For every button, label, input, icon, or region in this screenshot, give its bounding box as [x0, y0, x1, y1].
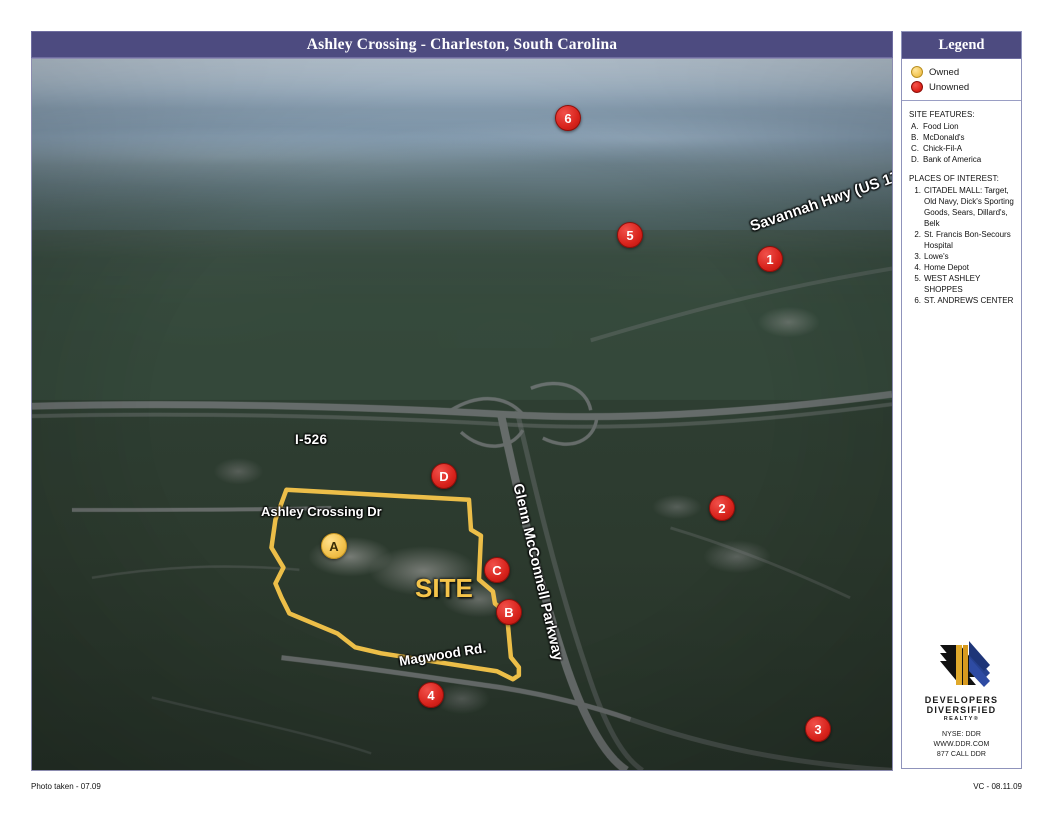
sidebar-lists: SITE FEATURES: A. Food Lion B. McDonald's C.… [902, 101, 1021, 306]
place-of-interest-item: 3. Lowe's [911, 251, 1015, 262]
footer-photo-date: Photo taken - 07.09 [31, 782, 101, 791]
place-of-interest-item: 6. ST. ANDREWS CENTER [911, 295, 1015, 306]
site-feature-item: A. Food Lion [911, 121, 1015, 132]
place-of-interest-item: 1. CITADEL MALL: Target, Old Navy, Dick's… [911, 185, 1015, 229]
ddr-website[interactable]: WWW.DDR.COM [902, 740, 1021, 750]
map-marker-label: B [504, 604, 514, 620]
site-feature-key: A. [911, 122, 919, 131]
page-root: Ashley Crossing - Charleston, South Caro… [0, 0, 1053, 813]
place-of-interest-item: 5. WEST ASHLEY SHOPPES [911, 273, 1015, 295]
map-marker-1[interactable]: 1 [757, 246, 783, 272]
place-key: 3. [914, 252, 921, 262]
ddr-logo-line-3: REALTY® [943, 716, 980, 723]
map-title-bar: Ashley Crossing - Charleston, South Caro… [31, 31, 893, 58]
ddr-logo-line-2: DIVERSIFIED [926, 704, 997, 715]
footer-version-code: VC - 08.11.09 [973, 782, 1022, 791]
place-value: St. Francis Bon-Secours Hospital [924, 230, 1011, 251]
map-marker-4[interactable]: 4 [418, 682, 444, 708]
places-of-interest-list: 1. CITADEL MALL: Target, Old Navy, Dick's… [911, 185, 1015, 306]
place-value: ST. ANDREWS CENTER [924, 296, 1014, 306]
legend-item-unowned: Unowned [911, 81, 1021, 93]
map-marker-label: 3 [814, 721, 822, 737]
places-of-interest-heading: PLACES OF INTEREST: [909, 174, 999, 184]
map-marker-label: 5 [626, 227, 634, 243]
site-feature-item: C. Chick-Fil-A [911, 143, 1015, 154]
legend-title: Legend [938, 36, 985, 53]
site-feature-value: Bank of America [923, 155, 982, 165]
place-value: WEST ASHLEY SHOPPES [924, 274, 981, 295]
site-feature-item: B. McDonald's [911, 132, 1015, 143]
site-feature-value: Food Lion [923, 122, 959, 131]
site-feature-item: D. Bank of America [911, 154, 1015, 165]
map-marker-label: C [492, 562, 502, 578]
site-feature-key: D. [911, 155, 919, 165]
map-marker-a[interactable]: A [321, 533, 347, 559]
site-features-list: A. Food Lion B. McDonald's C. Chick-Fil-A D. Ba… [911, 121, 1015, 165]
ddr-nyse-ticker: NYSE: DDR [941, 731, 982, 739]
map-marker-label: 1 [766, 251, 774, 267]
legend-swatch-list: Owned Unowned [902, 59, 1021, 101]
legend-header: Legend [902, 32, 1021, 59]
legend-item-owned: Owned [911, 66, 1021, 78]
legend-item-unowned-label: Unowned [929, 81, 970, 93]
site-feature-value: McDonald's [923, 133, 965, 143]
map-marker-5[interactable]: 5 [617, 222, 643, 248]
ddr-logo-line-1: DEVELOPERS [924, 694, 999, 705]
map-marker-3[interactable]: 3 [805, 716, 831, 742]
site-features-heading: SITE FEATURES: [909, 110, 975, 119]
map-marker-label: A [329, 538, 339, 554]
map-marker-6[interactable]: 6 [555, 105, 581, 131]
place-of-interest-item: 2. St. Francis Bon-Secours Hospital [911, 229, 1015, 251]
place-value: Lowe's [924, 252, 949, 262]
map-marker-label: 6 [564, 110, 572, 126]
map-marker-label: D [439, 468, 449, 484]
legend-item-owned-label: Owned [929, 66, 960, 78]
ddr-contact-info: NYSE: DDR WWW.DDR.COM 877 CALL DDR [902, 730, 1021, 760]
aerial-photo-map[interactable]: I-526 Ashley Crossing Dr Magwood Rd. Sav… [31, 58, 893, 771]
site-boundary-overlay [269, 487, 522, 682]
ddr-logo-block: DEVELOPERS DIVERSIFIED REALTY® NYSE: DDR… [902, 639, 1021, 760]
place-key: 6. [914, 296, 921, 306]
site-boundary-polygon [269, 487, 522, 682]
map-panel: Ashley Crossing - Charleston, South Caro… [31, 31, 893, 771]
map-marker-2[interactable]: 2 [709, 495, 735, 521]
unowned-dot-icon [911, 81, 923, 93]
site-feature-key: B. [911, 133, 919, 143]
ddr-logo-icon [939, 640, 990, 687]
ddr-phone: 877 CALL DDR [936, 751, 987, 759]
site-feature-value: Chick-Fil-A [923, 144, 963, 154]
map-marker-label: 2 [718, 500, 726, 516]
place-key: 5. [914, 274, 921, 284]
place-key: 2. [914, 230, 921, 240]
map-marker-c[interactable]: C [484, 557, 510, 583]
legend-sidebar: Legend Owned Unowned SITE FEATURES: A. Fo… [901, 31, 1022, 769]
place-key: 4. [914, 263, 921, 273]
place-key: 1. [914, 186, 921, 196]
map-marker-d[interactable]: D [431, 463, 457, 489]
owned-dot-icon [911, 66, 923, 78]
place-value: Home Depot [924, 263, 969, 273]
map-marker-label: 4 [427, 687, 435, 703]
place-of-interest-item: 4. Home Depot [911, 262, 1015, 273]
page-title: Ashley Crossing - Charleston, South Caro… [306, 35, 618, 53]
site-feature-key: C. [911, 144, 919, 154]
map-marker-b[interactable]: B [496, 599, 522, 625]
place-value: CITADEL MALL: Target, Old Navy, Dick's S… [924, 186, 1014, 229]
